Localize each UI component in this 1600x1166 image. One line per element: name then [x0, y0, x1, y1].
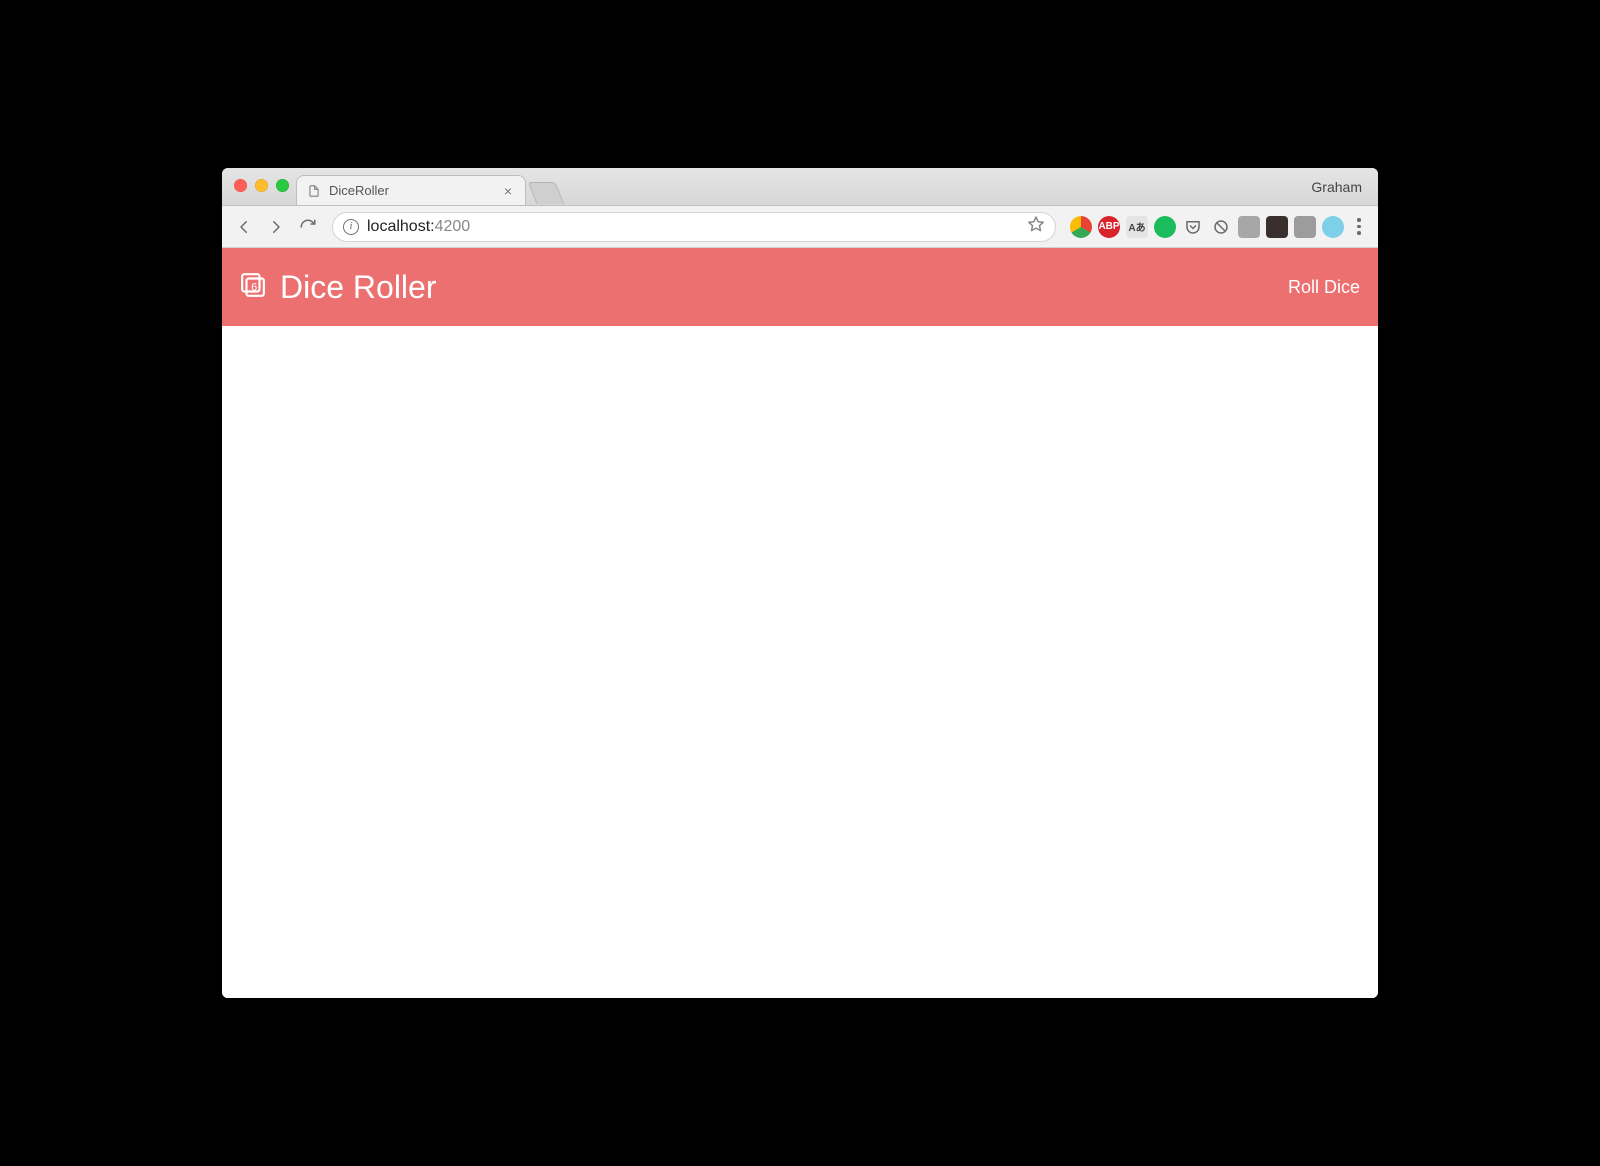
browser-toolbar: i localhost:4200 ABP Aあ: [222, 206, 1378, 248]
dice-icon: 6: [240, 269, 266, 306]
file-icon: [307, 182, 321, 200]
tab-title: DiceRoller: [329, 183, 493, 198]
url-host: localhost:: [367, 218, 435, 235]
browser-window: DiceRoller × Graham i localhost:4200: [222, 168, 1378, 998]
reload-button[interactable]: [294, 213, 322, 241]
ext-pocket[interactable]: [1182, 216, 1204, 238]
page-viewport: 6 Dice Roller Roll Dice: [222, 248, 1378, 998]
ext-green[interactable]: [1154, 216, 1176, 238]
window-controls: [234, 179, 289, 192]
browser-menu-button[interactable]: [1348, 214, 1370, 239]
url-text: localhost:4200: [367, 218, 470, 236]
bookmark-star-icon[interactable]: [1027, 215, 1045, 238]
ext-greybox[interactable]: [1238, 216, 1260, 238]
ext-chrome-colorful[interactable]: [1070, 216, 1092, 238]
ext-sync[interactable]: [1210, 216, 1232, 238]
forward-button[interactable]: [262, 213, 290, 241]
url-port: 4200: [435, 218, 471, 235]
app-body: [222, 326, 1378, 998]
ext-mask[interactable]: [1266, 216, 1288, 238]
back-button[interactable]: [230, 213, 258, 241]
ext-md[interactable]: [1294, 216, 1316, 238]
ext-adblock[interactable]: ABP: [1098, 216, 1120, 238]
extensions-row: ABP Aあ: [1066, 216, 1344, 238]
app-title-group: 6 Dice Roller: [240, 269, 436, 306]
browser-tab[interactable]: DiceRoller ×: [296, 175, 526, 205]
app-title: Dice Roller: [280, 269, 436, 306]
titlebar: DiceRoller × Graham: [222, 168, 1378, 206]
ext-snowflake[interactable]: [1322, 216, 1344, 238]
minimize-window-button[interactable]: [255, 179, 268, 192]
svg-text:6: 6: [251, 281, 257, 293]
ext-translate[interactable]: Aあ: [1126, 216, 1148, 238]
close-window-button[interactable]: [234, 179, 247, 192]
app-header: 6 Dice Roller Roll Dice: [222, 248, 1378, 326]
new-tab-button[interactable]: [528, 182, 565, 204]
address-bar[interactable]: i localhost:4200: [332, 212, 1056, 242]
close-tab-icon[interactable]: ×: [501, 184, 515, 198]
maximize-window-button[interactable]: [276, 179, 289, 192]
profile-name[interactable]: Graham: [1311, 179, 1362, 195]
nav-roll-dice[interactable]: Roll Dice: [1288, 277, 1360, 298]
site-info-icon[interactable]: i: [343, 219, 359, 235]
